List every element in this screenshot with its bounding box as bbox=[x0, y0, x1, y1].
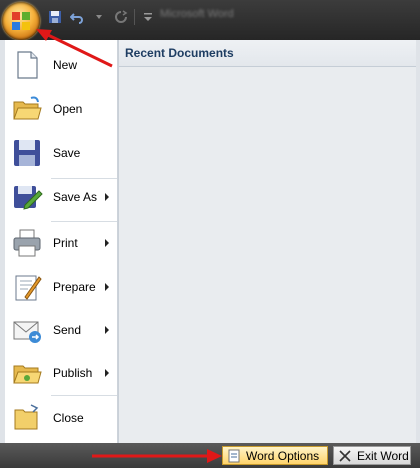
options-document-icon bbox=[228, 449, 240, 462]
recent-documents-pane: Recent Documents bbox=[118, 40, 416, 443]
menu-commands: New Open Save Save As Print Prepare Send… bbox=[5, 40, 118, 443]
redo-icon[interactable] bbox=[112, 8, 130, 26]
window-title: Microsoft Word bbox=[160, 8, 234, 20]
menu-item-print[interactable]: Print bbox=[5, 221, 117, 265]
undo-dropdown-icon[interactable] bbox=[90, 8, 108, 26]
submenu-arrow-icon bbox=[105, 369, 109, 377]
exit-word-label: Exit Word bbox=[357, 448, 409, 463]
menu-item-label: Publish bbox=[53, 366, 93, 380]
recent-documents-header: Recent Documents bbox=[119, 40, 416, 67]
menu-item-send[interactable]: Send bbox=[5, 308, 117, 352]
save-icon[interactable] bbox=[46, 8, 64, 26]
new-document-icon bbox=[17, 51, 38, 79]
save-disk-icon bbox=[14, 140, 40, 166]
office-logo-icon bbox=[12, 12, 30, 30]
menu-item-open[interactable]: Open bbox=[5, 87, 117, 131]
menu-item-label: Send bbox=[53, 323, 82, 337]
menu-item-label: Save bbox=[53, 146, 81, 160]
menu-item-save-as[interactable]: Save As bbox=[5, 175, 117, 219]
menu-item-label: Close bbox=[53, 411, 84, 425]
office-menu: New Open Save Save As Print Prepare Send… bbox=[0, 40, 420, 443]
menu-item-label: Save As bbox=[53, 190, 98, 204]
menu-item-publish[interactable]: Publish bbox=[5, 351, 117, 395]
submenu-arrow-icon bbox=[105, 326, 109, 334]
office-button[interactable] bbox=[2, 2, 40, 40]
qat-separator bbox=[134, 9, 135, 25]
printer-icon bbox=[13, 229, 41, 257]
open-folder-icon bbox=[13, 96, 42, 120]
word-options-label: Word Options bbox=[246, 448, 320, 463]
close-folder-icon bbox=[14, 404, 39, 430]
menu-item-label: Open bbox=[53, 102, 83, 116]
submenu-arrow-icon bbox=[105, 283, 109, 291]
menu-item-label: Prepare bbox=[53, 280, 96, 294]
customize-icon[interactable] bbox=[139, 8, 157, 26]
menu-item-prepare[interactable]: Prepare bbox=[5, 265, 117, 309]
exit-x-icon bbox=[339, 449, 351, 462]
menu-item-close[interactable]: Close bbox=[5, 396, 117, 440]
save-as-icon bbox=[14, 186, 43, 210]
submenu-arrow-icon bbox=[105, 239, 109, 247]
menu-footer: Word Options Exit Word bbox=[0, 443, 420, 468]
menu-item-label: New bbox=[53, 58, 78, 72]
word-options-button[interactable]: Word Options bbox=[222, 446, 328, 465]
menu-item-label: Print bbox=[53, 236, 78, 250]
menu-item-save[interactable]: Save bbox=[5, 131, 117, 175]
quick-access-toolbar bbox=[46, 6, 157, 28]
title-bar: Microsoft Word bbox=[0, 0, 420, 40]
undo-icon[interactable] bbox=[68, 8, 86, 26]
publish-icon bbox=[13, 365, 42, 384]
prepare-icon bbox=[15, 275, 42, 301]
menu-item-new[interactable]: New bbox=[5, 43, 117, 87]
send-icon bbox=[13, 321, 41, 343]
submenu-arrow-icon bbox=[105, 193, 109, 201]
exit-word-button[interactable]: Exit Word bbox=[333, 446, 411, 465]
